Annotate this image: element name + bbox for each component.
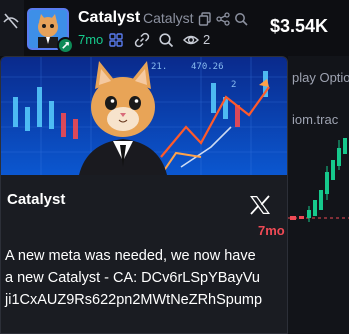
- tweet-image: 21. 470.26 2: [1, 57, 287, 175]
- tweet-text-line: A new meta was needed, we now have: [5, 248, 256, 264]
- tweet-text: A new meta was needed, we now have a new…: [5, 245, 287, 311]
- x-logo-icon[interactable]: [249, 195, 271, 215]
- price-chart[interactable]: [288, 130, 349, 334]
- tweet-preview-card[interactable]: 21. 470.26 2 Catalyst 7mo A new meta was…: [0, 56, 288, 334]
- watchers-count: 2: [203, 32, 211, 47]
- share-icon[interactable]: [216, 12, 230, 26]
- svg-text:21.: 21.: [151, 62, 167, 72]
- token-ticker: Catalyst: [143, 10, 194, 26]
- copy-icon[interactable]: [198, 12, 212, 26]
- token-age: 7mo: [78, 32, 104, 47]
- tweet-text-line: a new Catalyst - CA: DCv6rLSpYBayVu: [5, 270, 260, 286]
- tweet-text-line: ji1CxAUZ9Rs622pn2MWtNeZRhSpump: [5, 292, 263, 308]
- tweet-author-name[interactable]: Catalyst: [7, 191, 65, 208]
- token-name: Catalyst: [78, 9, 141, 26]
- eye-icon: [183, 35, 199, 45]
- domain-label: iom.trac: [292, 112, 339, 127]
- people-icon[interactable]: [108, 32, 124, 48]
- display-options-label[interactable]: play Optio: [292, 70, 349, 85]
- tweet-age: 7mo: [258, 223, 285, 238]
- market-cap: $3.54K: [270, 16, 329, 36]
- token-header: Catalyst Catalyst 7mo 2 $3.54K: [0, 0, 349, 56]
- svg-text:470.26: 470.26: [191, 62, 224, 72]
- verified-badge-icon: [57, 37, 74, 54]
- svg-text:2: 2: [231, 80, 236, 90]
- token-avatar-wrap[interactable]: [27, 8, 74, 54]
- search-icon-small[interactable]: [158, 32, 174, 48]
- link-icon[interactable]: [134, 32, 150, 48]
- search-icon[interactable]: [234, 12, 248, 26]
